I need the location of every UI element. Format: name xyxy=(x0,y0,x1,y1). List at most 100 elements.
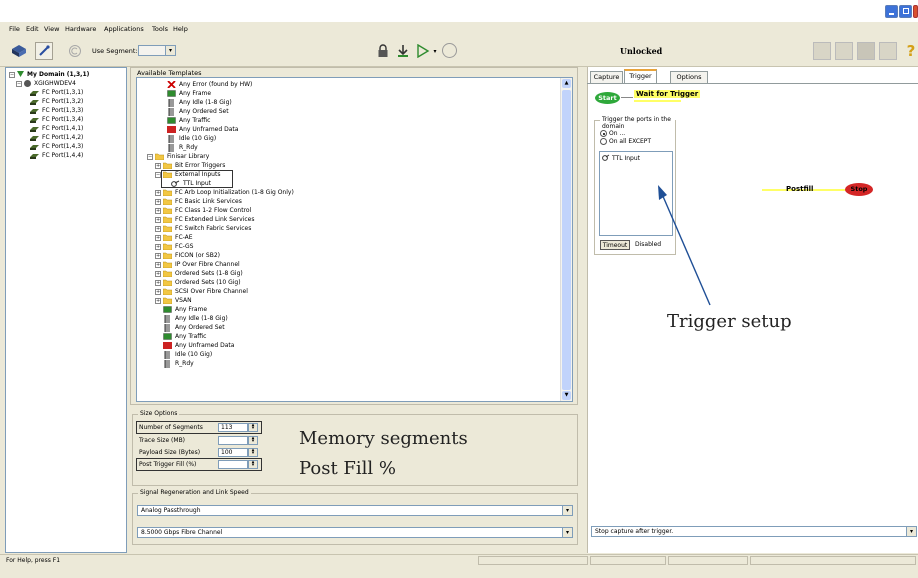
restore-button[interactable] xyxy=(899,5,912,18)
template-item[interactable]: Any Traffic xyxy=(167,116,210,125)
template-item[interactable]: Any Frame xyxy=(163,305,207,314)
use-segment-select[interactable]: ▾ xyxy=(138,45,176,56)
template-folder[interactable]: + FC Class 1-2 Flow Control xyxy=(155,206,251,215)
template-item[interactable]: Idle (10 Gig) xyxy=(163,350,212,359)
stop-circle-icon[interactable] xyxy=(442,43,457,58)
template-item[interactable]: R_Rdy xyxy=(163,359,194,368)
folder-bit-error-triggers[interactable]: + Bit Error Triggers xyxy=(155,161,225,170)
stop-capture-select[interactable]: Stop capture after trigger. ▾ xyxy=(591,526,917,537)
template-folder[interactable]: + Ordered Sets (10 Gig) xyxy=(155,278,241,287)
port-item[interactable]: FC Port(1,3,3) xyxy=(30,106,83,115)
expand-icon[interactable]: + xyxy=(155,198,161,205)
menu-edit[interactable]: Edit xyxy=(26,25,39,33)
folder-external-inputs[interactable]: − External Inputs xyxy=(155,170,220,179)
menu-file[interactable]: File xyxy=(9,25,20,33)
expand-icon[interactable]: + xyxy=(155,297,161,304)
template-folder[interactable]: + FC-AE xyxy=(155,233,193,242)
wait-for-trigger-label[interactable]: Wait for Trigger xyxy=(634,90,701,98)
post-fill-spinner[interactable]: ▴ ▾ xyxy=(248,460,258,469)
template-folder[interactable]: + VSAN xyxy=(155,296,192,305)
template-folder[interactable]: + FICON (or SB2) xyxy=(155,251,220,260)
stop-node[interactable]: Stop xyxy=(845,183,873,196)
close-button[interactable] xyxy=(913,5,918,18)
start-node[interactable]: Start xyxy=(595,92,620,104)
port-item[interactable]: FC Port(1,4,4) xyxy=(30,151,83,160)
link-speed-select[interactable]: 8.5000 Gbps Fibre Channel ▾ xyxy=(137,527,573,538)
help-icon[interactable]: ? xyxy=(904,42,918,60)
template-ttl-input[interactable]: TTL Input xyxy=(171,179,211,188)
template-folder[interactable]: + FC Extended Link Services xyxy=(155,215,254,224)
download-icon[interactable] xyxy=(395,43,411,59)
expand-icon[interactable]: + xyxy=(155,252,161,259)
scroll-up-button[interactable]: ▲ xyxy=(562,79,571,88)
post-fill-input[interactable] xyxy=(218,460,248,469)
payload-size-input[interactable]: 100 xyxy=(218,448,248,457)
expand-icon[interactable]: + xyxy=(155,270,161,277)
template-folder[interactable]: + SCSI Over Fibre Channel xyxy=(155,287,248,296)
dropdown-arrow-icon[interactable]: ▾ xyxy=(432,47,438,55)
collapse-icon[interactable]: − xyxy=(16,80,22,87)
template-item[interactable]: Any Frame xyxy=(167,89,211,98)
template-folder[interactable]: + Ordered Sets (1-8 Gig) xyxy=(155,269,243,278)
expand-icon[interactable]: + xyxy=(155,288,161,295)
template-item[interactable]: Any Ordered Set xyxy=(167,107,229,116)
connect-icon[interactable] xyxy=(35,42,53,60)
tree-root[interactable]: − My Domain (1,3,1) xyxy=(9,70,89,79)
radio-on[interactable]: On ... xyxy=(600,130,625,137)
radio-all-except[interactable]: On all EXCEPT xyxy=(600,138,651,145)
regeneration-select[interactable]: Analog Passthrough ▾ xyxy=(137,505,573,516)
tool-c-icon[interactable] xyxy=(857,42,875,60)
num-segments-input[interactable]: 113 xyxy=(218,423,248,432)
template-item[interactable]: Any Ordered Set xyxy=(163,323,225,332)
template-folder[interactable]: + IP Over Fibre Channel xyxy=(155,260,240,269)
template-folder[interactable]: + FC Basic Link Services xyxy=(155,197,242,206)
payload-size-spinner[interactable]: ▴ ▾ xyxy=(248,448,258,457)
menu-hardware[interactable]: Hardware xyxy=(65,25,96,33)
scrollbar[interactable]: ▲ ▼ xyxy=(560,78,572,401)
expand-icon[interactable]: + xyxy=(155,279,161,286)
tab-trigger[interactable]: Trigger xyxy=(624,69,657,83)
port-item[interactable]: FC Port(1,4,1) xyxy=(30,124,83,133)
expand-icon[interactable]: + xyxy=(155,162,161,169)
trace-size-input[interactable] xyxy=(218,436,248,445)
book-icon[interactable] xyxy=(11,43,27,59)
lock-icon[interactable] xyxy=(376,43,390,59)
refresh-icon[interactable] xyxy=(69,45,81,57)
expand-icon[interactable]: + xyxy=(155,234,161,241)
menu-help[interactable]: Help xyxy=(173,25,188,33)
template-item[interactable]: Any Idle (1-8 Gig) xyxy=(167,98,232,107)
template-folder[interactable]: + FC Switch Fabric Services xyxy=(155,224,251,233)
tool-b-icon[interactable] xyxy=(835,42,853,60)
expand-icon[interactable]: + xyxy=(155,261,161,268)
menu-tools[interactable]: Tools xyxy=(152,25,168,33)
collapse-icon[interactable]: − xyxy=(9,71,15,78)
timeout-button[interactable]: Timeout xyxy=(600,240,630,250)
template-item[interactable]: Any Unframed Data xyxy=(163,341,234,350)
scroll-thumb[interactable] xyxy=(562,90,571,390)
port-item[interactable]: FC Port(1,3,4) xyxy=(30,115,83,124)
template-item[interactable]: Any Error (found by HW) xyxy=(167,80,252,89)
template-item[interactable]: Idle (10 Gig) xyxy=(167,134,216,143)
play-icon[interactable] xyxy=(416,43,430,59)
tab-options[interactable]: Options xyxy=(670,71,708,83)
port-item[interactable]: FC Port(1,4,2) xyxy=(30,133,83,142)
minimize-button[interactable] xyxy=(885,5,898,18)
template-folder[interactable]: + FC Arb Loop Initialization (1-8 Gig Onl… xyxy=(155,188,294,197)
tree-device[interactable]: − XGIGHWDEV4 xyxy=(16,79,76,88)
expand-icon[interactable]: + xyxy=(155,207,161,214)
tab-capture[interactable]: Capture xyxy=(590,71,623,83)
num-segments-spinner[interactable]: ▴ ▾ xyxy=(248,423,258,432)
template-item[interactable]: R_Rdy xyxy=(167,143,198,152)
folder-finisar-library[interactable]: − Finisar Library xyxy=(147,152,209,161)
tool-a-icon[interactable] xyxy=(813,42,831,60)
template-item[interactable]: Any Traffic xyxy=(163,332,206,341)
menu-applications[interactable]: Applications xyxy=(104,25,144,33)
expand-icon[interactable]: + xyxy=(155,243,161,250)
expand-icon[interactable]: + xyxy=(155,216,161,223)
port-item[interactable]: FC Port(1,3,1) xyxy=(30,88,83,97)
scroll-down-button[interactable]: ▼ xyxy=(562,391,571,400)
collapse-icon[interactable]: − xyxy=(155,171,161,178)
tool-d-icon[interactable] xyxy=(879,42,897,60)
template-folder[interactable]: + FC-GS xyxy=(155,242,193,251)
ttl-input-list-item[interactable]: TTL Input xyxy=(602,154,640,163)
